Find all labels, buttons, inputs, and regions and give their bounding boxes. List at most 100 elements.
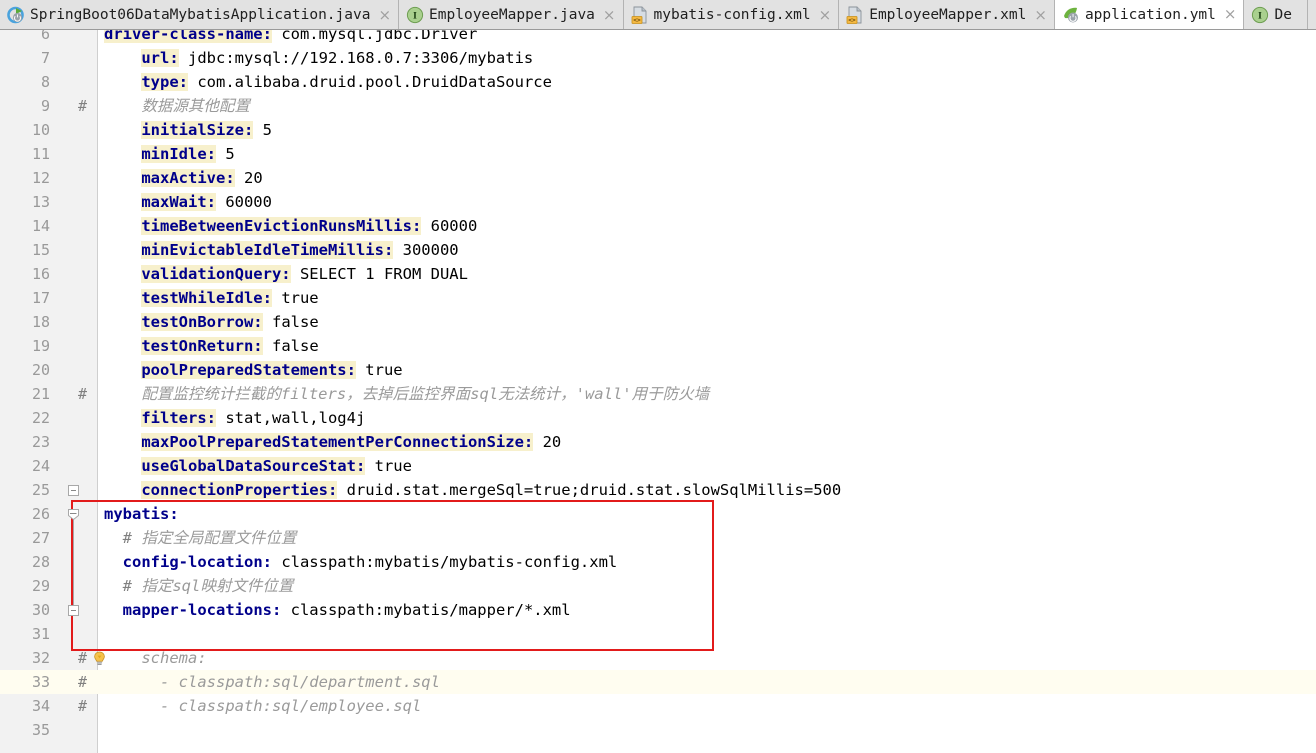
code-fold-marker[interactable]	[68, 509, 79, 520]
code-text[interactable]: timeBetweenEvictionRunsMillis: 60000	[104, 214, 477, 238]
code-text[interactable]: maxWait: 60000	[104, 190, 272, 214]
yaml-key: connectionProperties:	[141, 481, 338, 499]
code-line[interactable]: 33 # - classpath:sql/department.sql	[0, 670, 1316, 694]
yaml-value	[104, 217, 141, 235]
code-text[interactable]: filters: stat,wall,log4j	[104, 406, 365, 430]
code-fold-marker[interactable]	[68, 605, 79, 616]
yaml-value: druid.stat.mergeSql=true;druid.stat.slow…	[337, 481, 842, 499]
code-fold-marker[interactable]	[68, 485, 79, 496]
code-text[interactable]: validationQuery: SELECT 1 FROM DUAL	[104, 262, 468, 286]
code-line[interactable]: 12 maxActive: 20	[0, 166, 1316, 190]
close-icon[interactable]: ×	[819, 7, 832, 23]
yaml-value	[104, 385, 141, 403]
code-line[interactable]: 26 mybatis:	[0, 502, 1316, 526]
code-line[interactable]: 23 maxPoolPreparedStatementPerConnection…	[0, 430, 1316, 454]
code-line[interactable]: 15 minEvictableIdleTimeMillis: 300000	[0, 238, 1316, 262]
close-icon[interactable]: ×	[603, 7, 616, 23]
code-text[interactable]: minEvictableIdleTimeMillis: 300000	[104, 238, 459, 262]
code-text[interactable]: config-location: classpath:mybatis/mybat…	[104, 550, 618, 574]
yaml-value	[104, 49, 141, 67]
code-text[interactable]: - classpath:sql/employee.sql	[104, 694, 421, 718]
code-line[interactable]: 27 # 指定全局配置文件位置	[0, 526, 1316, 550]
code-text[interactable]: minIdle: 5	[104, 142, 235, 166]
editor-tab-springboot06datamybatisapplication-java[interactable]: SpringBoot06DataMybatisApplication.java ×	[0, 0, 400, 29]
comment-hash-marker: #	[78, 697, 88, 715]
code-line[interactable]: 9 # 数据源其他配置	[0, 94, 1316, 118]
line-number: 32	[31, 649, 50, 667]
svg-text:I: I	[1259, 12, 1263, 22]
code-line[interactable]: 13 maxWait: 60000	[0, 190, 1316, 214]
code-line[interactable]: 17 testWhileIdle: true	[0, 286, 1316, 310]
code-line[interactable]: 8 type: com.alibaba.druid.pool.DruidData…	[0, 70, 1316, 94]
editor-tab-bar[interactable]: SpringBoot06DataMybatisApplication.java ×…	[0, 0, 1316, 30]
code-line[interactable]: 16 validationQuery: SELECT 1 FROM DUAL	[0, 262, 1316, 286]
code-text[interactable]: poolPreparedStatements: true	[104, 358, 403, 382]
yaml-key: timeBetweenEvictionRunsMillis:	[141, 217, 422, 235]
yaml-key: filters:	[141, 409, 216, 427]
close-icon[interactable]: ×	[378, 7, 391, 23]
code-text[interactable]: driver-class-name: com.mysql.jdbc.Driver	[104, 30, 477, 46]
code-text[interactable]: testOnBorrow: false	[104, 310, 319, 334]
yaml-value: 60000	[421, 217, 478, 235]
line-number: 6	[40, 30, 50, 43]
code-line[interactable]: 20 poolPreparedStatements: true	[0, 358, 1316, 382]
yaml-value	[104, 145, 141, 163]
code-text[interactable]: maxActive: 20	[104, 166, 263, 190]
code-line[interactable]: 34 # - classpath:sql/employee.sql	[0, 694, 1316, 718]
code-line[interactable]: 30 mapper-locations: classpath:mybatis/m…	[0, 598, 1316, 622]
code-text[interactable]: url: jdbc:mysql://192.168.0.7:3306/mybat…	[104, 46, 533, 70]
code-line[interactable]: 21 # 配置监控统计拦截的filters，去掉后监控界面sql无法统计，'wal…	[0, 382, 1316, 406]
code-text[interactable]: mybatis:	[104, 502, 179, 526]
code-line[interactable]: 22 filters: stat,wall,log4j	[0, 406, 1316, 430]
code-text[interactable]: - classpath:sql/department.sql	[104, 670, 440, 694]
code-text[interactable]: # 指定全局配置文件位置	[104, 526, 297, 550]
code-text[interactable]: maxPoolPreparedStatementPerConnectionSiz…	[104, 430, 561, 454]
yaml-key: testWhileIdle:	[141, 289, 272, 307]
code-line[interactable]: 29 # 指定sql映射文件位置	[0, 574, 1316, 598]
close-icon[interactable]: ×	[1224, 7, 1237, 22]
yaml-value	[104, 193, 141, 211]
code-line[interactable]: 28 config-location: classpath:mybatis/my…	[0, 550, 1316, 574]
code-text[interactable]: # 指定sql映射文件位置	[104, 574, 294, 598]
editor-tab-application-yml[interactable]: application.yml ×	[1054, 0, 1245, 29]
yaml-value: 20	[533, 433, 562, 451]
code-editor[interactable]: 6 driver-class-name: com.mysql.jdbc.Drive…	[0, 30, 1316, 753]
code-line[interactable]: 6 driver-class-name: com.mysql.jdbc.Drive…	[0, 30, 1316, 46]
code-line[interactable]: 7 url: jdbc:mysql://192.168.0.7:3306/myb…	[0, 46, 1316, 70]
code-text[interactable]: testOnReturn: false	[104, 334, 319, 358]
line-number: 31	[31, 625, 50, 643]
line-number: 16	[31, 265, 50, 283]
code-text[interactable]: useGlobalDataSourceStat: true	[104, 454, 412, 478]
code-text[interactable]: 配置监控统计拦截的filters，去掉后监控界面sql无法统计，'wall'用于…	[104, 382, 709, 406]
code-text[interactable]: schema:	[104, 646, 206, 670]
code-line[interactable]: 24 useGlobalDataSourceStat: true	[0, 454, 1316, 478]
spring-boot-run-icon	[7, 6, 25, 24]
code-line[interactable]: 35	[0, 718, 1316, 742]
code-text[interactable]: type: com.alibaba.druid.pool.DruidDataSo…	[104, 70, 552, 94]
editor-tab-label: application.yml	[1084, 6, 1216, 23]
editor-tab-mybatis-config-xml[interactable]: <> mybatis-config.xml ×	[623, 0, 840, 29]
editor-tab-employeemapper-java[interactable]: I EmployeeMapper.java ×	[399, 0, 624, 29]
line-number: 20	[31, 361, 50, 379]
yaml-comment: #	[104, 529, 142, 547]
code-text[interactable]: testWhileIdle: true	[104, 286, 319, 310]
code-text[interactable]: connectionProperties: druid.stat.mergeSq…	[104, 478, 841, 502]
code-line[interactable]: 18 testOnBorrow: false	[0, 310, 1316, 334]
code-line[interactable]: 32 # schema:	[0, 646, 1316, 670]
code-text[interactable]: mapper-locations: classpath:mybatis/mapp…	[104, 598, 571, 622]
code-line[interactable]: 19 testOnReturn: false	[0, 334, 1316, 358]
code-line[interactable]: 10 initialSize: 5	[0, 118, 1316, 142]
editor-tab-de[interactable]: I De	[1244, 0, 1308, 29]
svg-text:I: I	[413, 12, 417, 22]
line-number: 10	[31, 121, 50, 139]
yaml-key: minEvictableIdleTimeMillis:	[141, 241, 394, 259]
line-number: 14	[31, 217, 50, 235]
code-text[interactable]: 数据源其他配置	[104, 94, 250, 118]
code-line[interactable]: 11 minIdle: 5	[0, 142, 1316, 166]
code-text[interactable]: initialSize: 5	[104, 118, 272, 142]
code-line[interactable]: 14 timeBetweenEvictionRunsMillis: 60000	[0, 214, 1316, 238]
code-line[interactable]: 31	[0, 622, 1316, 646]
close-icon[interactable]: ×	[1034, 7, 1047, 23]
editor-tab-employeemapper-xml[interactable]: <> EmployeeMapper.xml ×	[839, 0, 1055, 29]
code-line[interactable]: 25 connectionProperties: druid.stat.merg…	[0, 478, 1316, 502]
